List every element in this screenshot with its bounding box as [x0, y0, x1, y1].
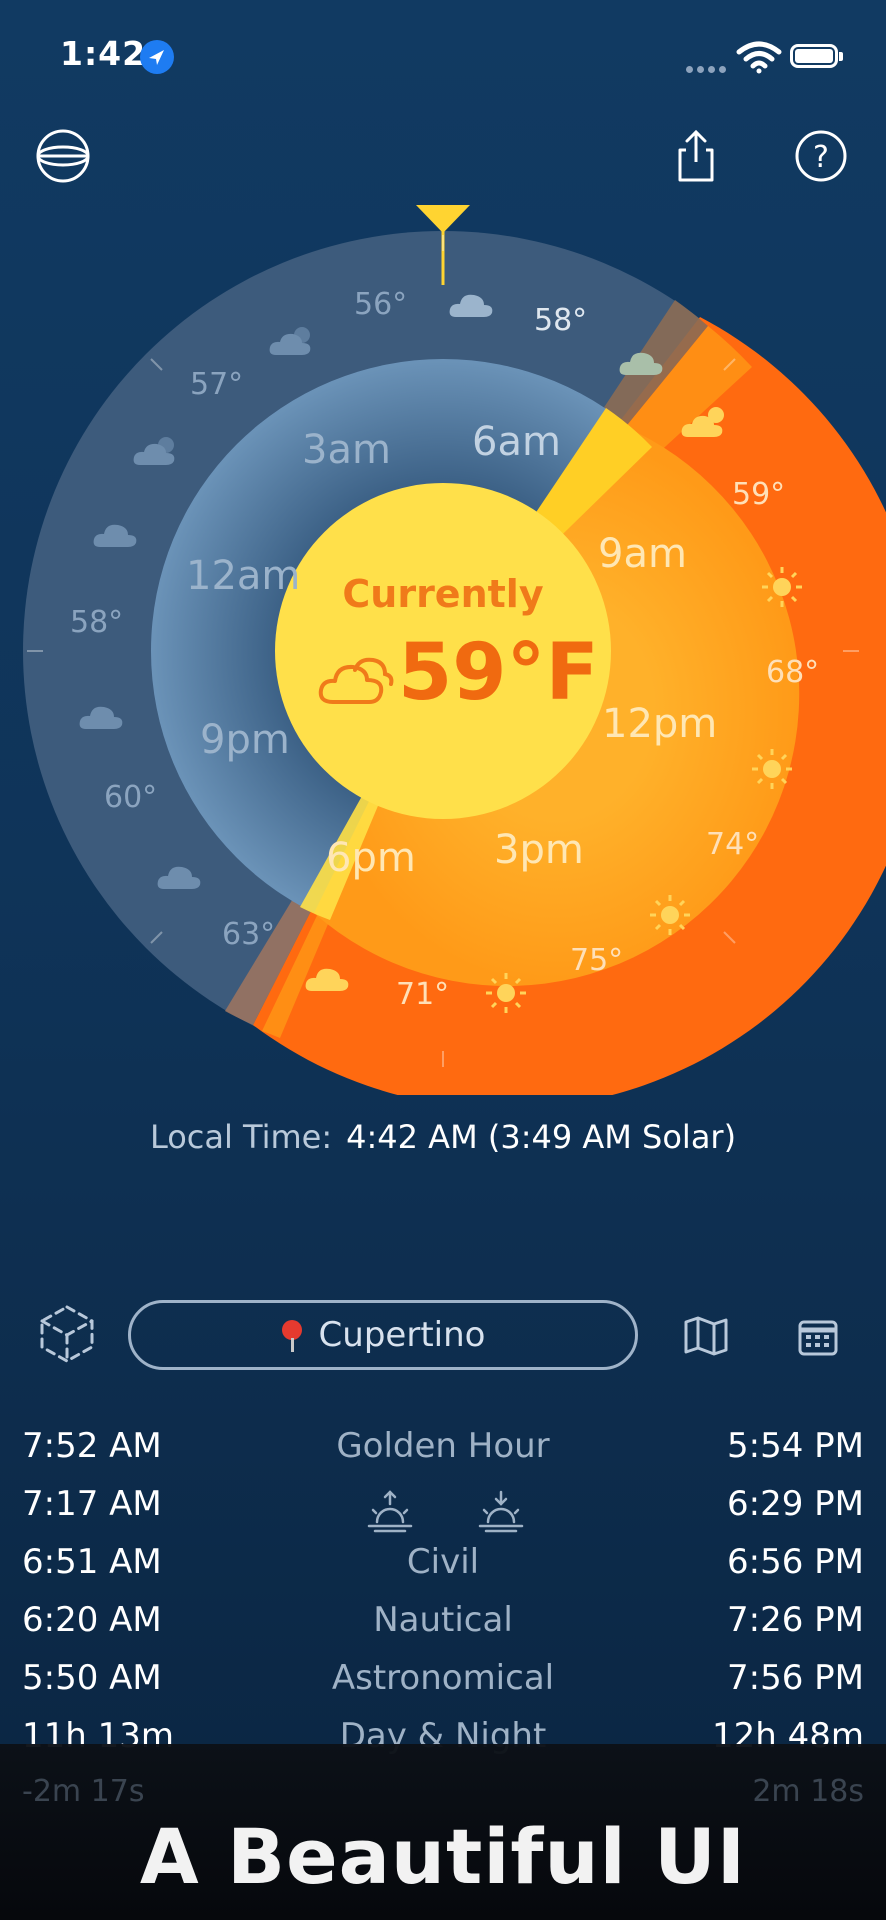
- night-change: 2m 18s: [752, 1774, 864, 1809]
- table-row: 6:51 AM Civil 6:56 PM: [0, 1542, 886, 1600]
- calendar-icon[interactable]: [798, 1318, 838, 1356]
- sunrise-sunset-icons: [365, 1490, 526, 1543]
- cloud-icon: [305, 968, 349, 991]
- banner-title: A Beautiful UI: [139, 1812, 747, 1901]
- local-time-value: 4:42 AM (3:49 AM Solar): [346, 1118, 737, 1156]
- row-label: Golden Hour: [336, 1426, 550, 1466]
- sunrise-icon: [367, 1490, 413, 1533]
- hour-label: 9am: [598, 531, 687, 577]
- svg-text:?: ?: [813, 140, 829, 175]
- help-icon[interactable]: ?: [793, 128, 849, 184]
- temp-label: 74°: [706, 827, 760, 862]
- cloud-icon: [449, 294, 493, 317]
- sun-icon: [650, 895, 690, 935]
- evening-time: 5:54 PM: [727, 1426, 864, 1466]
- hour-label: 6am: [472, 419, 561, 465]
- morning-time: 6:20 AM: [22, 1600, 162, 1640]
- row-label: Nautical: [373, 1600, 513, 1640]
- morning-time: 7:17 AM: [22, 1484, 162, 1524]
- partly-cloudy-icon: [318, 657, 394, 704]
- hour-label: 9pm: [200, 717, 290, 763]
- temp-label: 58°: [70, 605, 124, 640]
- cloud-icon: [93, 524, 137, 547]
- battery-icon: [790, 44, 843, 68]
- location-name: Cupertino: [318, 1315, 486, 1355]
- table-row: 7:52 AM Golden Hour 5:54 PM: [0, 1426, 886, 1484]
- map-pin-icon: [281, 1320, 303, 1352]
- cellular-signal-icon: [686, 58, 730, 77]
- temp-label: 71°: [396, 977, 450, 1012]
- location-arrow-icon: [140, 40, 174, 74]
- wifi-icon: [736, 41, 782, 74]
- partly-cloudy-night-icon: [133, 437, 175, 465]
- evening-time: 7:56 PM: [727, 1658, 864, 1698]
- globe-icon[interactable]: [35, 128, 91, 184]
- row-label: Astronomical: [331, 1658, 555, 1698]
- sunset-icon: [478, 1490, 524, 1533]
- sun-icon: [486, 973, 526, 1013]
- table-row: 5:50 AM Astronomical 7:56 PM: [0, 1658, 886, 1716]
- hour-label: 3am: [302, 427, 391, 473]
- partly-sunny-icon: [681, 407, 724, 437]
- evening-time: 6:29 PM: [727, 1484, 864, 1524]
- temp-label: 60°: [104, 780, 158, 815]
- table-row: 7:17 AM 6:29 PM: [0, 1484, 886, 1542]
- morning-time: 5:50 AM: [22, 1658, 162, 1698]
- local-time-row: Local Time: 4:42 AM (3:49 AM Solar): [0, 1118, 886, 1156]
- hour-label: 12pm: [602, 701, 718, 747]
- cloud-icon: [619, 352, 663, 375]
- sun-icon: [752, 749, 792, 789]
- status-time: 1:42: [60, 34, 147, 73]
- sun-times-table: 7:52 AM Golden Hour 5:54 PM 7:17 AM 6:29…: [0, 1426, 886, 1774]
- temp-label: 75°: [570, 943, 624, 978]
- current-temperature: 59°F: [398, 628, 599, 718]
- temp-label: 59°: [732, 477, 786, 512]
- temp-label: 56°: [354, 287, 408, 322]
- row-label: Civil: [406, 1542, 480, 1582]
- current-label: Currently: [342, 572, 544, 616]
- sun-icon: [762, 567, 802, 607]
- temp-label: 57°: [190, 367, 244, 402]
- map-icon[interactable]: [684, 1316, 728, 1356]
- promo-banner: -2m 17s 2m 18s A Beautiful UI: [0, 1744, 886, 1920]
- temp-label: 68°: [766, 655, 820, 690]
- share-icon[interactable]: [668, 128, 724, 184]
- day-change: -2m 17s: [22, 1774, 145, 1809]
- evening-time: 6:56 PM: [727, 1542, 864, 1582]
- status-bar: 1:42: [0, 0, 886, 110]
- evening-time: 7:26 PM: [727, 1600, 864, 1640]
- cloud-icon: [79, 706, 123, 729]
- temp-label: 58°: [534, 303, 588, 338]
- location-button[interactable]: Cupertino: [128, 1300, 638, 1370]
- hour-label: 3pm: [494, 827, 584, 873]
- temp-label: 63°: [222, 917, 276, 952]
- partly-cloudy-night-icon: [269, 327, 311, 355]
- morning-time: 7:52 AM: [22, 1426, 162, 1466]
- morning-time: 6:51 AM: [22, 1542, 162, 1582]
- ar-cube-icon[interactable]: [36, 1303, 98, 1365]
- local-time-label: Local Time:: [149, 1118, 333, 1156]
- hour-label: 6pm: [326, 835, 416, 881]
- table-row: 6:20 AM Nautical 7:26 PM: [0, 1600, 886, 1658]
- cloud-icon: [157, 866, 201, 889]
